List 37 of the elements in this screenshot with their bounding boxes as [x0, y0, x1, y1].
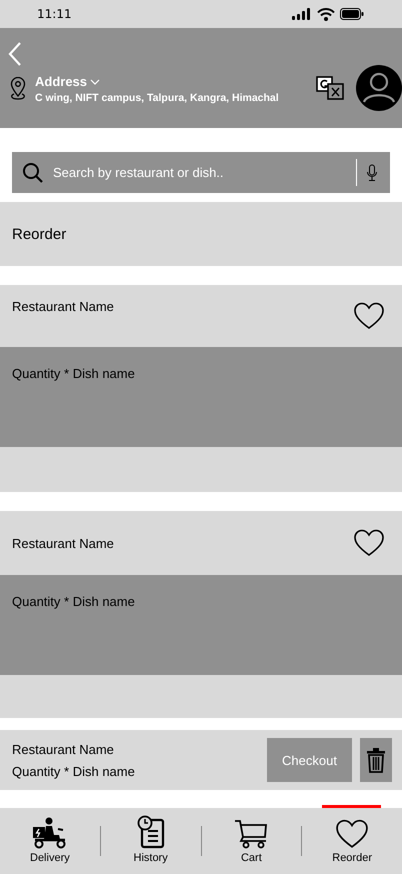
delete-button[interactable] — [360, 738, 392, 782]
scooter-icon — [32, 817, 68, 849]
status-time: 11:11 — [37, 7, 72, 21]
battery-icon — [340, 8, 364, 20]
nav-label: Reorder — [332, 852, 372, 864]
microphone-icon[interactable] — [366, 164, 378, 182]
signal-icon — [292, 8, 312, 20]
nav-tab[interactable]: Reorder — [302, 808, 402, 874]
search-bar[interactable]: Search by restaurant or dish.. — [12, 152, 390, 193]
trash-icon — [366, 747, 386, 773]
search-field[interactable]: Search by restaurant or dish.. — [53, 165, 356, 180]
heart-icon[interactable] — [354, 529, 384, 557]
order-items: Quantity * Dish name — [12, 594, 135, 609]
nav-tab[interactable]: History — [100, 808, 200, 874]
wifi-icon — [317, 8, 335, 20]
search-icon — [22, 162, 44, 184]
order-items: Quantity * Dish name — [12, 366, 135, 381]
section-title: Reorder — [12, 226, 66, 242]
chevron-down-icon[interactable] — [90, 78, 100, 84]
avatar-icon[interactable] — [356, 65, 402, 111]
heart-icon — [336, 819, 368, 849]
location-pin-icon — [9, 77, 27, 101]
nav-tab[interactable]: Cart — [202, 808, 302, 874]
back-icon[interactable] — [8, 42, 22, 66]
restaurant-name: Restaurant Name — [12, 299, 114, 314]
nav-label: History — [134, 852, 168, 864]
restaurant-name: Restaurant Name — [12, 536, 114, 550]
heart-icon[interactable] — [354, 302, 384, 330]
nav-tab[interactable]: Delivery — [0, 808, 100, 874]
nav-label: Cart — [240, 852, 262, 864]
cart-icon — [234, 819, 268, 849]
order-items: Quantity * Dish name — [12, 764, 136, 778]
restaurant-name: Restaurant Name — [12, 742, 115, 756]
translate-icon[interactable] — [316, 76, 344, 100]
address-text: C wing, NIFT campus, Talpura, Kangra, Himachal — [35, 92, 279, 104]
clipboard-clock-icon — [136, 815, 165, 849]
nav-label: Delivery — [30, 852, 70, 864]
